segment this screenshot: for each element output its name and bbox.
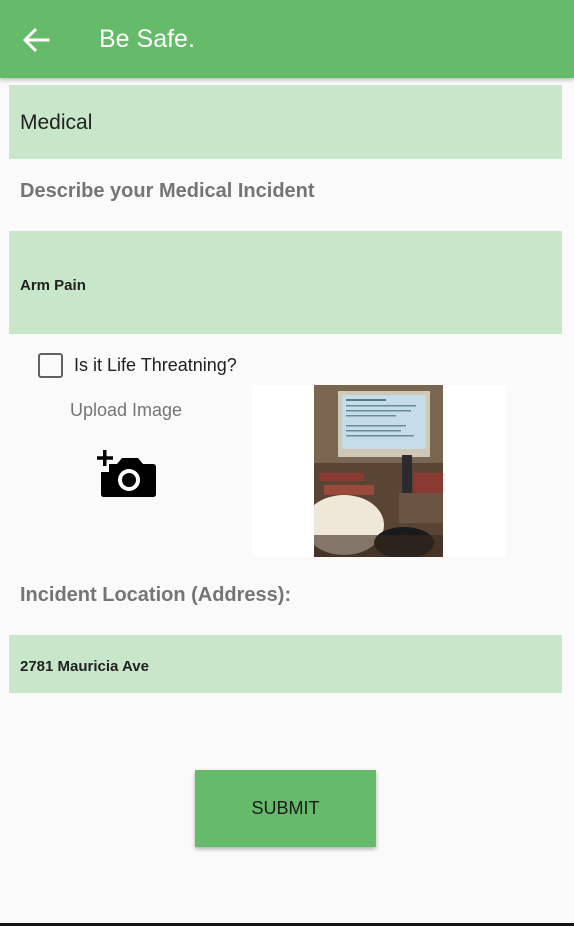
life-threatening-checkbox[interactable] [38, 353, 63, 378]
image-preview [252, 385, 506, 557]
add-photo-icon[interactable] [95, 450, 157, 498]
description-input[interactable]: Arm Pain [9, 231, 562, 334]
screen: Be Safe. Medical Describe your Medical I… [0, 0, 574, 926]
life-threatening-label[interactable]: Is it Life Threatning? [74, 355, 237, 376]
arrow-left-icon[interactable] [18, 22, 54, 58]
app-title: Be Safe. [99, 25, 195, 53]
uploaded-photo [314, 385, 443, 557]
submit-button[interactable]: SUBMIT [195, 770, 376, 847]
location-value: 2781 Mauricia Ave [20, 658, 149, 675]
description-value: Arm Pain [20, 277, 86, 294]
description-label: Describe your Medical Incident [20, 180, 315, 202]
location-label: Incident Location (Address): [20, 584, 292, 606]
incident-type-value: Medical [20, 111, 93, 134]
upload-image-label: Upload Image [70, 400, 183, 420]
incident-type-field[interactable]: Medical [9, 85, 562, 159]
location-input[interactable]: 2781 Mauricia Ave [9, 635, 562, 693]
app-bar: Be Safe. [0, 0, 574, 78]
